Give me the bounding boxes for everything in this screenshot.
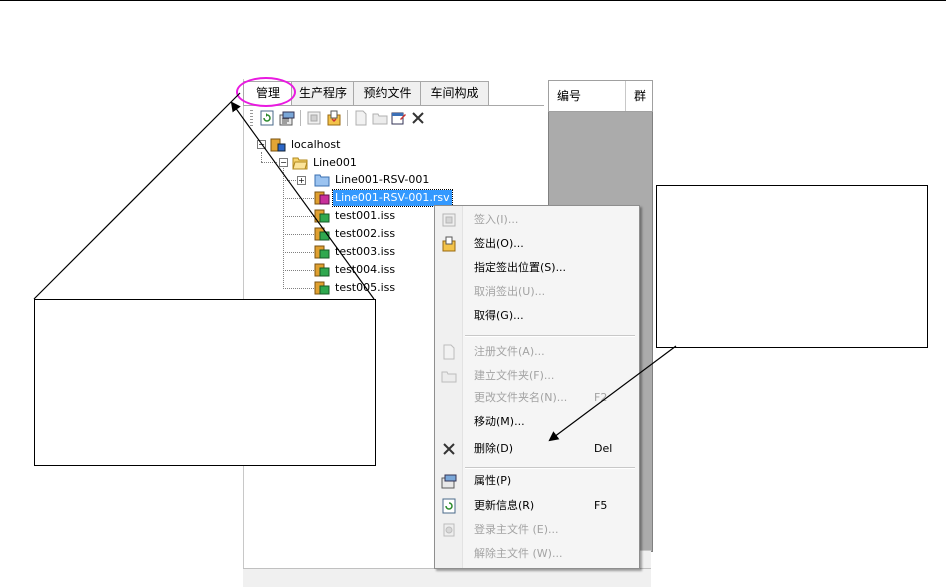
annotation-arrows	[33, 92, 677, 442]
arrow-to-tab	[230, 101, 375, 300]
arrow-to-tab	[33, 92, 241, 300]
arrow-to-delete	[548, 345, 677, 442]
